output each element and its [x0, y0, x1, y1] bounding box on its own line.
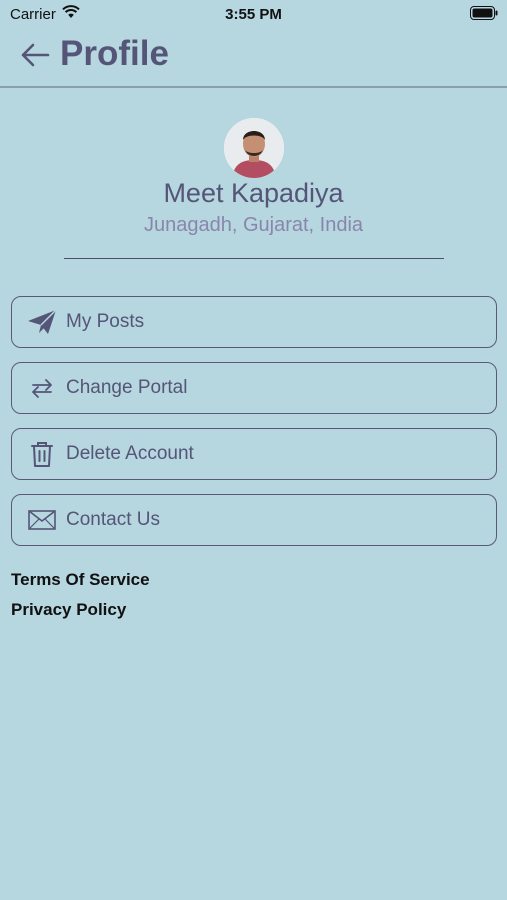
- header: Profile: [0, 30, 507, 88]
- avatar-photo: [224, 118, 284, 178]
- avatar: [224, 118, 284, 178]
- trash-icon: [26, 439, 58, 469]
- clock: 3:55 PM: [225, 6, 282, 23]
- back-button[interactable]: [18, 40, 52, 70]
- swap-arrows-icon: [26, 373, 58, 403]
- page-title: Profile: [60, 34, 169, 73]
- change-portal-button[interactable]: Change Portal: [11, 362, 497, 414]
- envelope-icon: [26, 505, 58, 535]
- profile-screen: Carrier 3:55 PM Profile Meet Kapadiya Ju…: [0, 0, 507, 900]
- delete-account-button[interactable]: Delete Account: [11, 428, 497, 480]
- menu-item-label: Contact Us: [66, 509, 160, 530]
- paper-plane-icon: [26, 307, 58, 337]
- terms-of-service-link[interactable]: Terms Of Service: [11, 570, 150, 590]
- divider: [64, 258, 444, 259]
- menu-item-label: Delete Account: [66, 443, 194, 464]
- menu-item-label: Change Portal: [66, 377, 188, 398]
- user-name: Meet Kapadiya: [163, 178, 344, 208]
- menu-item-label: My Posts: [66, 311, 145, 332]
- privacy-policy-link[interactable]: Privacy Policy: [11, 600, 126, 620]
- contact-us-button[interactable]: Contact Us: [11, 494, 497, 546]
- battery-icon: [470, 6, 498, 20]
- arrow-left-icon: [21, 43, 50, 67]
- my-posts-button[interactable]: My Posts: [11, 296, 497, 348]
- user-location: Junagadh, Gujarat, India: [143, 214, 364, 236]
- status-bar: Carrier 3:55 PM: [0, 0, 507, 28]
